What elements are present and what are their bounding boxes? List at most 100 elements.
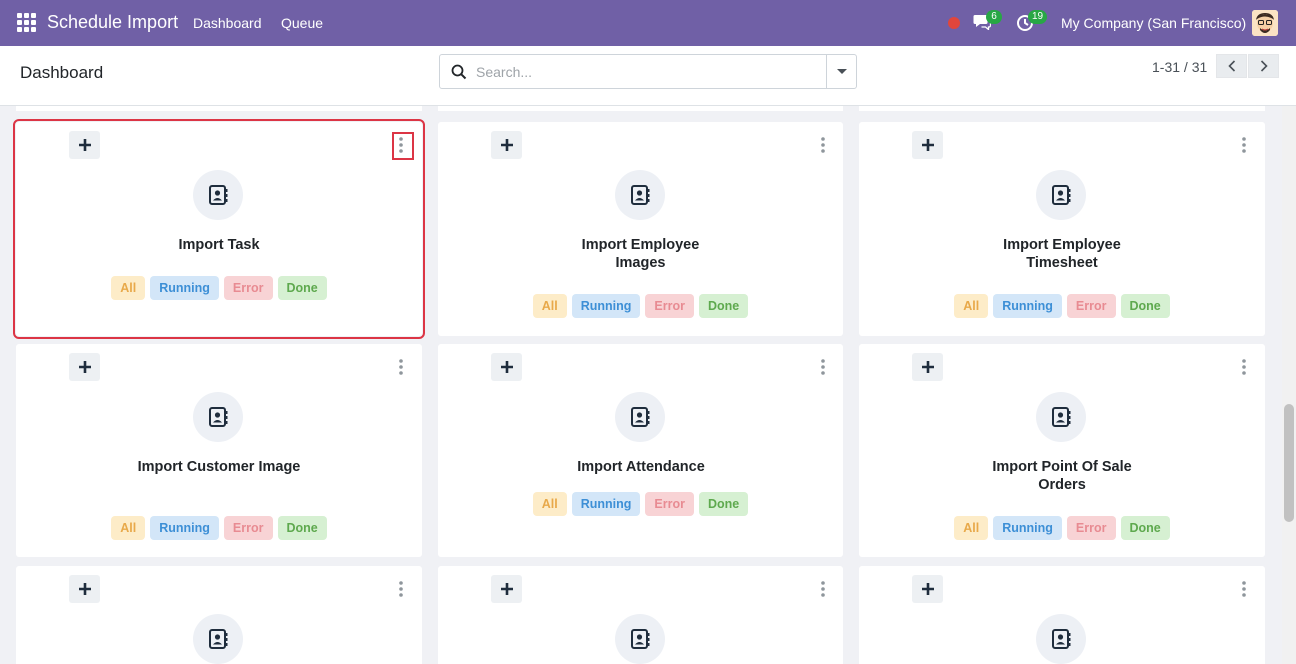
import-card[interactable] — [859, 566, 1265, 664]
tag-running[interactable]: Running — [571, 294, 641, 318]
import-card[interactable]: Import Task All Running Error Done — [13, 119, 425, 339]
tag-error[interactable]: Error — [1066, 516, 1116, 540]
kebab-menu-icon[interactable] — [399, 359, 403, 375]
kebab-menu-icon[interactable] — [821, 359, 825, 375]
tag-done[interactable]: Done — [1120, 516, 1170, 540]
import-card[interactable] — [438, 566, 843, 664]
add-button[interactable] — [69, 353, 100, 381]
tag-all[interactable]: All — [532, 492, 567, 516]
card-title[interactable]: Import Attendance — [478, 458, 804, 476]
company-switcher[interactable]: My Company (San Francisco) — [1061, 15, 1246, 31]
add-button[interactable] — [69, 131, 100, 159]
status-tags: All Running Error Done — [16, 516, 422, 540]
address-book-icon — [193, 170, 243, 220]
chevron-left-icon — [1227, 60, 1235, 72]
plus-icon — [78, 139, 91, 151]
status-tags: All Running Error Done — [859, 294, 1265, 318]
status-tags: All Running Error Done — [16, 276, 422, 300]
kanban-view: Import Task All Running Error Done Impor… — [0, 106, 1282, 664]
tag-error[interactable]: Error — [645, 294, 694, 318]
pager-next-button[interactable] — [1248, 54, 1279, 78]
card-previous-row-edge — [16, 106, 422, 111]
pager-value[interactable]: 1-31 / 31 — [1152, 59, 1207, 75]
tag-done[interactable]: Done — [277, 516, 327, 540]
tag-done[interactable]: Done — [699, 492, 749, 516]
add-button[interactable] — [491, 353, 522, 381]
menu-queue[interactable]: Queue — [281, 15, 323, 31]
kebab-menu-icon[interactable] — [399, 581, 403, 597]
recording-indicator-icon[interactable] — [948, 17, 960, 29]
search-icon — [451, 64, 467, 80]
add-button[interactable] — [491, 575, 522, 603]
tag-running[interactable]: Running — [993, 516, 1062, 540]
tag-running[interactable]: Running — [150, 276, 219, 300]
address-book-icon — [193, 392, 243, 442]
tag-all[interactable]: All — [954, 516, 989, 540]
card-title[interactable]: Import Task — [56, 236, 382, 254]
tag-all[interactable]: All — [954, 294, 989, 318]
add-button[interactable] — [912, 353, 943, 381]
import-card[interactable]: Import Employee Images All Running Error… — [438, 122, 843, 336]
kebab-menu-icon[interactable] — [821, 581, 825, 597]
user-avatar[interactable] — [1252, 10, 1278, 36]
tag-done[interactable]: Done — [699, 294, 749, 318]
scrollbar-thumb[interactable] — [1284, 404, 1294, 522]
add-button[interactable] — [491, 131, 522, 159]
tag-running[interactable]: Running — [150, 516, 219, 540]
status-tags: All Running Error Done — [859, 516, 1265, 540]
plus-icon — [78, 361, 91, 373]
search-input[interactable] — [476, 62, 816, 82]
address-book-icon — [193, 614, 243, 664]
kebab-menu-icon[interactable] — [399, 137, 403, 153]
messages-count-badge: 6 — [986, 10, 1002, 24]
add-button[interactable] — [912, 575, 943, 603]
breadcrumb: Dashboard — [20, 63, 104, 82]
address-book-icon — [615, 392, 665, 442]
address-book-icon — [1036, 392, 1086, 442]
kebab-menu-icon[interactable] — [1242, 137, 1246, 153]
tag-done[interactable]: Done — [277, 276, 327, 300]
plus-icon — [921, 361, 934, 373]
kebab-menu-icon[interactable] — [1242, 359, 1246, 375]
address-book-icon — [1036, 614, 1086, 664]
top-navbar: Schedule Import Dashboard Queue 6 19 My … — [0, 0, 1296, 46]
import-card[interactable]: Import Customer Image All Running Error … — [16, 344, 422, 557]
tag-error[interactable]: Error — [223, 516, 273, 540]
status-tags: All Running Error Done — [438, 294, 843, 318]
menu-dashboard[interactable]: Dashboard — [193, 15, 262, 31]
tag-all[interactable]: All — [111, 516, 146, 540]
tag-all[interactable]: All — [532, 294, 567, 318]
kebab-menu-icon[interactable] — [1242, 581, 1246, 597]
plus-icon — [921, 583, 934, 595]
pager-previous-button[interactable] — [1216, 54, 1247, 78]
card-title[interactable]: Import Employee Images — [558, 236, 723, 272]
apps-grid-icon[interactable] — [17, 13, 36, 32]
tag-error[interactable]: Error — [1066, 294, 1116, 318]
add-button[interactable] — [69, 575, 100, 603]
search-options-toggle[interactable] — [826, 55, 856, 88]
tag-error[interactable]: Error — [645, 492, 694, 516]
add-button[interactable] — [912, 131, 943, 159]
import-card[interactable]: Import Employee Timesheet All Running Er… — [859, 122, 1265, 336]
tag-all[interactable]: All — [111, 276, 146, 300]
vertical-scrollbar[interactable] — [1282, 106, 1296, 664]
plus-icon — [78, 583, 91, 595]
search-box[interactable] — [439, 54, 857, 89]
card-title[interactable]: Import Point Of Sale Orders — [969, 458, 1155, 494]
tag-running[interactable]: Running — [993, 294, 1062, 318]
card-menu-highlight — [392, 132, 414, 160]
tag-running[interactable]: Running — [571, 492, 641, 516]
card-title[interactable]: Import Employee Timesheet — [979, 236, 1145, 272]
import-card[interactable]: Import Point Of Sale Orders All Running … — [859, 344, 1265, 557]
import-card[interactable] — [16, 566, 422, 664]
address-book-icon — [615, 614, 665, 664]
import-card[interactable]: Import Attendance All Running Error Done — [438, 344, 843, 557]
tag-error[interactable]: Error — [223, 276, 273, 300]
kebab-menu-icon[interactable] — [821, 137, 825, 153]
activities-count-badge: 19 — [1028, 10, 1048, 24]
address-book-icon — [615, 170, 665, 220]
app-title[interactable]: Schedule Import — [47, 12, 178, 33]
card-previous-row-edge — [438, 106, 843, 111]
tag-done[interactable]: Done — [1120, 294, 1170, 318]
card-title[interactable]: Import Customer Image — [136, 458, 302, 476]
